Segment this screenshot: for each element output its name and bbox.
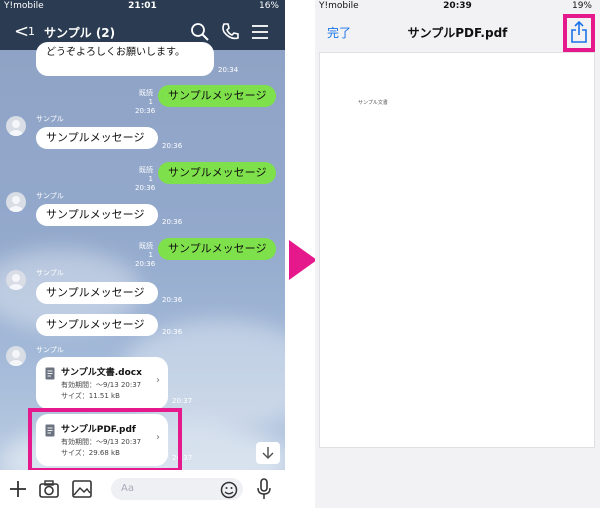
- chat-bubble-incoming: サンプルメッセージ: [36, 282, 158, 304]
- chat-bubble-outgoing: サンプルメッセージ: [158, 238, 276, 260]
- read-receipt: 既読 1 20:36: [135, 166, 156, 192]
- message-time: 20:36: [162, 142, 183, 150]
- message-time: 20:36: [162, 218, 183, 226]
- plus-icon[interactable]: [8, 479, 28, 499]
- message-time: 20:34: [218, 66, 239, 74]
- document-icon: [45, 367, 55, 380]
- chat-title: サンプル (2): [44, 26, 116, 40]
- sender-name: サンプル: [36, 192, 64, 200]
- chat-bubble-incoming: サンプルメッセージ: [36, 204, 158, 226]
- viewer-header: 完了 サンプルPDF.pdf: [315, 14, 600, 52]
- menu-icon[interactable]: [250, 22, 270, 42]
- viewer-bottom-area: [315, 448, 600, 508]
- line-chat-screen: Y!mobile 21:01 16% < 1 サンプル (2) どうぞよろしくお…: [0, 0, 285, 508]
- mic-icon[interactable]: [256, 478, 272, 500]
- message-input-bar: Aa: [0, 470, 285, 508]
- share-icon[interactable]: [570, 21, 588, 43]
- battery-level: 16%: [258, 1, 279, 11]
- scroll-to-bottom-button[interactable]: [256, 442, 280, 464]
- emoji-icon[interactable]: [220, 481, 238, 499]
- avatar[interactable]: [6, 346, 26, 366]
- pdf-page[interactable]: サンプル文書: [319, 52, 595, 448]
- pdf-viewer-screen: Y!mobile 20:39 19% 完了 サンプルPDF.pdf サンプル文書: [315, 0, 600, 508]
- status-bar: Y!mobile 20:39 19%: [315, 0, 600, 14]
- camera-icon[interactable]: [39, 480, 59, 498]
- document-title: サンプルPDF.pdf: [407, 26, 508, 40]
- avatar[interactable]: [6, 116, 26, 136]
- read-receipt: 既読 1 20:36: [135, 89, 156, 115]
- file-name: サンプル文書.docx: [61, 368, 142, 378]
- phone-icon[interactable]: [220, 22, 240, 42]
- battery-level: 19%: [571, 1, 592, 11]
- search-icon[interactable]: [190, 22, 210, 42]
- file-attachment[interactable]: サンプル文書.docx 有効期間：～9/13 20:37 サイズ：11.51 k…: [36, 357, 168, 409]
- sender-name: サンプル: [36, 115, 64, 123]
- file-expiry: 有効期間：～9/13 20:37: [61, 381, 142, 389]
- highlight-box: [28, 408, 182, 472]
- chat-bubble-incoming: サンプルメッセージ: [36, 314, 158, 336]
- read-receipt: 既読 1 20:36: [135, 242, 156, 268]
- chevron-down-icon: [262, 447, 274, 460]
- message-time: 20:36: [162, 296, 183, 304]
- back-button[interactable]: <: [14, 21, 29, 42]
- chat-bubble-outgoing: サンプルメッセージ: [158, 85, 276, 107]
- message-time: 20:36: [162, 328, 183, 336]
- avatar[interactable]: [6, 270, 26, 290]
- pdf-content-text: サンプル文書: [358, 100, 388, 106]
- avatar[interactable]: [6, 192, 26, 212]
- sender-name: サンプル: [36, 346, 64, 354]
- clock: 21:01: [128, 1, 157, 11]
- unread-count: 1: [28, 25, 35, 38]
- chat-bubble-incoming: どうぞよろしくお願いします。: [36, 42, 214, 76]
- screen: Y!mobile 21:01 16% < 1 サンプル (2) どうぞよろしくお…: [0, 0, 600, 508]
- sender-name: サンプル: [36, 269, 64, 277]
- clock: 20:39: [443, 1, 472, 11]
- message-time: 20:37: [172, 397, 193, 405]
- chat-bubble-outgoing: サンプルメッセージ: [158, 162, 276, 184]
- image-icon[interactable]: [72, 480, 92, 498]
- chat-bubble-incoming: サンプルメッセージ: [36, 127, 158, 149]
- status-bar: Y!mobile 21:01 16%: [0, 0, 285, 14]
- file-size: サイズ：11.51 kB: [61, 392, 120, 400]
- chevron-right-icon: ›: [156, 375, 160, 386]
